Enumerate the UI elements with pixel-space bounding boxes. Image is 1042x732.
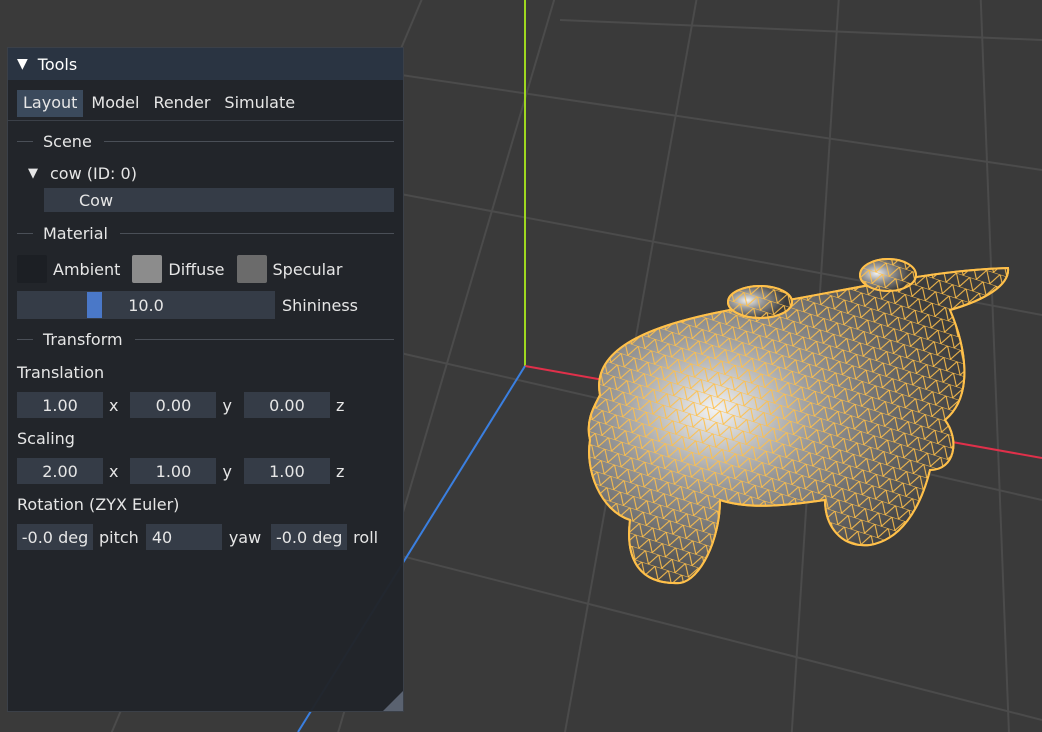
translation-x-value: 1.00: [42, 395, 78, 415]
shininess-label: Shininess: [282, 295, 358, 315]
axis-z-label: z: [335, 461, 345, 481]
translation-row: 1.00 x 0.00 y 0.00 z: [17, 388, 403, 422]
separator: [17, 338, 33, 340]
axis-y-label: y: [222, 461, 232, 481]
rotation-label: Rotation (ZYX Euler): [17, 494, 180, 514]
scaling-row: 2.00 x 1.00 y 1.00 z: [17, 454, 403, 488]
transform-section-header: Transform: [17, 322, 394, 356]
separator: [17, 140, 33, 142]
roll-label: roll: [353, 527, 379, 547]
rotation-label-row: Rotation (ZYX Euler): [17, 488, 403, 520]
rotation-row: -0.0 deg pitch 40 yaw -0.0 deg roll: [17, 520, 403, 554]
transform-heading: Transform: [43, 329, 123, 349]
shininess-value: 10.0: [128, 295, 164, 315]
material-heading: Material: [43, 223, 108, 243]
scene-section-header: Scene: [17, 124, 394, 158]
pitch-label: pitch: [99, 527, 139, 547]
separator: [17, 232, 33, 234]
separator: [120, 232, 394, 234]
translation-y-input[interactable]: 0.00: [130, 392, 217, 418]
translation-label-row: Translation: [17, 356, 403, 388]
panel-titlebar[interactable]: ▼ Tools: [8, 48, 403, 80]
yaw-label: yaw: [228, 527, 262, 547]
collapse-triangle-icon[interactable]: ▼: [17, 56, 28, 72]
shininess-slider[interactable]: 10.0: [17, 291, 275, 319]
panel-title: Tools: [37, 54, 78, 74]
scaling-label-row: Scaling: [17, 422, 403, 454]
axis-x-label: x: [109, 395, 119, 415]
translation-z-value: 0.00: [269, 395, 305, 415]
material-colors-row: Ambient Diffuse Specular: [17, 250, 403, 288]
diffuse-color-swatch[interactable]: [132, 255, 163, 283]
ambient-color-swatch[interactable]: [17, 255, 47, 283]
separator: [134, 338, 394, 340]
axis-y-label: y: [222, 395, 232, 415]
translation-label: Translation: [17, 362, 105, 382]
material-section-header: Material: [17, 216, 394, 250]
tree-item-label: cow (ID: 0): [50, 163, 137, 183]
object-name-value: Cow: [79, 190, 114, 210]
translation-x-input[interactable]: 1.00: [17, 392, 103, 418]
scene-tree-node[interactable]: ▼ cow (ID: 0): [28, 158, 403, 188]
scaling-label: Scaling: [17, 428, 75, 448]
scaling-z-value: 1.00: [269, 461, 305, 481]
tools-panel: ▼ Tools Layout Model Render Simulate Sce…: [7, 47, 404, 712]
tab-render[interactable]: Render: [147, 90, 216, 117]
translation-y-value: 0.00: [155, 395, 192, 415]
translation-z-input[interactable]: 0.00: [243, 392, 330, 418]
scaling-y-value: 1.00: [155, 461, 192, 481]
pitch-value: -0.0 deg: [21, 527, 89, 547]
tab-bar: Layout Model Render Simulate: [8, 80, 403, 121]
axis-x-label: x: [109, 461, 119, 481]
yaw-input[interactable]: 40: [145, 524, 222, 550]
scene-heading: Scene: [43, 131, 92, 151]
axis-z-label: z: [335, 395, 345, 415]
specular-color-swatch[interactable]: [236, 255, 267, 283]
yaw-value: 40: [151, 527, 173, 547]
tab-layout[interactable]: Layout: [17, 90, 84, 117]
roll-input[interactable]: -0.0 deg: [271, 524, 348, 550]
scaling-y-input[interactable]: 1.00: [130, 458, 217, 484]
tab-model[interactable]: Model: [85, 90, 145, 117]
shininess-row: 10.0 Shininess: [17, 288, 403, 322]
object-name-input[interactable]: Cow: [44, 188, 394, 212]
scaling-x-value: 2.00: [42, 461, 78, 481]
slider-grab-handle[interactable]: [87, 292, 102, 318]
specular-label: Specular: [272, 259, 343, 279]
pitch-input[interactable]: -0.0 deg: [17, 524, 93, 550]
resize-grip-icon[interactable]: [383, 691, 403, 711]
ambient-label: Ambient: [53, 259, 121, 279]
tab-simulate[interactable]: Simulate: [218, 90, 301, 117]
scaling-z-input[interactable]: 1.00: [243, 458, 330, 484]
separator: [103, 140, 394, 142]
scaling-x-input[interactable]: 2.00: [17, 458, 103, 484]
roll-value: -0.0 deg: [275, 527, 343, 547]
tree-expand-icon[interactable]: ▼: [28, 166, 38, 181]
diffuse-label: Diffuse: [168, 259, 225, 279]
